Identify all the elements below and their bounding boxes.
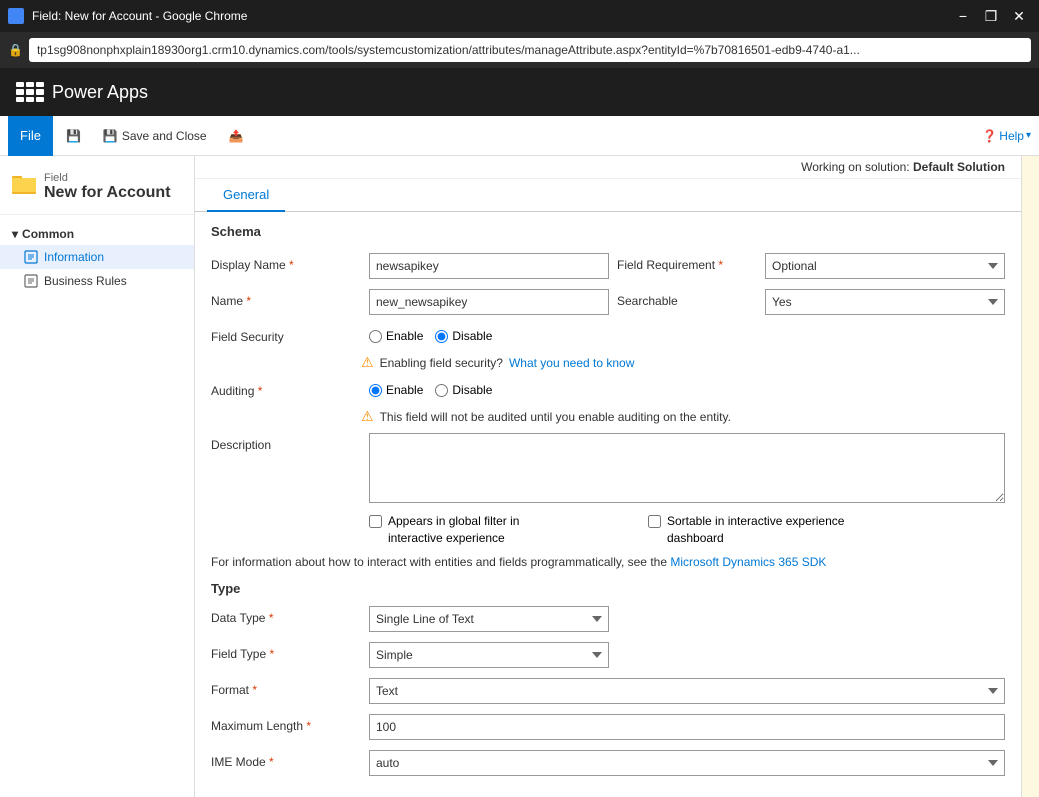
max-length-row: Maximum Length *	[211, 714, 1005, 740]
warning-icon: ⚠	[361, 354, 374, 371]
waffle-icon[interactable]	[12, 78, 40, 106]
save-close-button[interactable]: 💾 Save and Close	[94, 124, 216, 148]
description-label: Description	[211, 433, 361, 452]
sidebar: Field New for Account ▾ Common Informati…	[0, 156, 195, 797]
schema-section-title: Schema	[211, 224, 1005, 243]
type-section-title: Type	[211, 581, 1005, 596]
sortable-checkbox-field: Sortable in interactive experience dashb…	[648, 513, 847, 547]
app-header: Power Apps	[0, 68, 1039, 116]
save-close-icon: 💾	[103, 129, 118, 143]
data-type-select[interactable]: Single Line of TextMultiple Lines of Tex…	[369, 606, 609, 632]
ime-mode-row: IME Mode * autoactiveinactivedisabled	[211, 750, 1005, 776]
right-accent-panel	[1021, 156, 1039, 797]
field-type-label: Field Type *	[211, 642, 361, 661]
tab-bar: General	[195, 179, 1021, 212]
folder-icon	[12, 174, 36, 194]
business-rules-icon	[24, 274, 38, 288]
searchable-select[interactable]: YesNo	[765, 289, 1005, 315]
display-name-row: Display Name * Field Requirement * Optio…	[211, 253, 1005, 279]
format-label: Format *	[211, 678, 361, 697]
sidebar-item-information[interactable]: Information	[0, 245, 194, 269]
display-name-input[interactable]	[369, 253, 609, 279]
sdk-link[interactable]: Microsoft Dynamics 365 SDK	[670, 555, 826, 569]
publish-button[interactable]: 📤	[220, 124, 253, 148]
ime-mode-label: IME Mode *	[211, 750, 361, 769]
display-name-required: *	[289, 258, 294, 272]
chevron-icon: ▾	[12, 227, 18, 241]
help-chevron-icon: ▾	[1026, 130, 1031, 141]
sortable-checkbox[interactable]	[648, 515, 661, 528]
name-row: Name * Searchable YesNo	[211, 289, 1005, 315]
auditing-enable-radio[interactable]: Enable	[369, 383, 423, 397]
global-filter-checkbox[interactable]	[369, 515, 382, 528]
save-icon: 💾	[66, 129, 81, 143]
window-title: Field: New for Account - Google Chrome	[32, 9, 247, 23]
auditing-label: Auditing *	[211, 379, 361, 398]
max-length-input[interactable]	[369, 714, 1005, 740]
common-section-label: ▾ Common	[0, 223, 194, 245]
form-content: Schema Display Name * Field Requirement …	[195, 212, 1021, 797]
field-security-label: Field Security	[211, 325, 361, 344]
window-controls: − ❐ ✕	[951, 6, 1031, 26]
app-title: Power Apps	[52, 82, 148, 103]
auditing-warning: ⚠ This field will not be audited until y…	[211, 408, 1005, 425]
searchable-label: Searchable	[617, 289, 757, 308]
field-security-row: Field Security Enable Disable	[211, 325, 1005, 344]
url-input[interactable]	[29, 38, 1031, 62]
sdk-info: For information about how to interact wi…	[211, 555, 1005, 569]
content-area: Working on solution: Default Solution Ge…	[195, 156, 1021, 797]
entity-info: Field New for Account	[44, 172, 171, 202]
browser-icon	[8, 8, 24, 24]
auditing-disable-radio[interactable]: Disable	[435, 383, 492, 397]
ime-mode-select[interactable]: autoactiveinactivedisabled	[369, 750, 1005, 776]
max-length-label: Maximum Length *	[211, 714, 361, 733]
minimize-button[interactable]: −	[951, 6, 975, 26]
checkboxes-row: Appears in global filter in interactive …	[211, 513, 1005, 547]
name-input[interactable]	[369, 289, 609, 315]
field-security-disable-radio[interactable]: Disable	[435, 329, 492, 343]
format-select[interactable]: TextEmailURLPhoneTicker Symbol	[369, 678, 1005, 704]
data-type-label: Data Type *	[211, 606, 361, 625]
auditing-row: Auditing * Enable Disable	[211, 379, 1005, 398]
auditing-radio-group: Enable Disable	[369, 379, 492, 397]
address-bar: 🔒	[0, 32, 1039, 68]
solution-bar: Working on solution: Default Solution	[195, 156, 1021, 179]
main-container: Field New for Account ▾ Common Informati…	[0, 156, 1039, 797]
title-bar: Field: New for Account - Google Chrome −…	[0, 0, 1039, 32]
data-type-row: Data Type * Single Line of TextMultiple …	[211, 606, 1005, 632]
auditing-warning-icon: ⚠	[361, 408, 374, 425]
file-button[interactable]: File	[8, 116, 53, 156]
entity-name: New for Account	[44, 184, 171, 202]
field-type-select[interactable]: SimpleCalculatedRollup	[369, 642, 609, 668]
close-button[interactable]: ✕	[1007, 6, 1031, 26]
entity-header: Field New for Account	[0, 164, 194, 215]
restore-button[interactable]: ❐	[979, 6, 1003, 26]
field-requirement-select[interactable]: OptionalBusiness RecommendedBusiness Req…	[765, 253, 1005, 279]
entity-label: Field	[44, 172, 171, 184]
description-textarea[interactable]	[369, 433, 1005, 503]
help-button[interactable]: ❓ Help ▾	[982, 129, 1031, 143]
name-label: Name *	[211, 289, 361, 308]
field-security-warning: ⚠ Enabling field security? What you need…	[211, 354, 1005, 371]
sidebar-item-business-rules[interactable]: Business Rules	[0, 269, 194, 293]
format-row: Format * TextEmailURLPhoneTicker Symbol	[211, 678, 1005, 704]
field-type-row: Field Type * SimpleCalculatedRollup	[211, 642, 1005, 668]
save-button[interactable]: 💾	[57, 124, 90, 148]
toolbar: File 💾 💾 Save and Close 📤 ❓ Help ▾	[0, 116, 1039, 156]
description-row: Description	[211, 433, 1005, 503]
publish-icon: 📤	[229, 129, 244, 143]
lock-icon: 🔒	[8, 43, 23, 57]
global-filter-checkbox-field: Appears in global filter in interactive …	[369, 513, 568, 547]
display-name-label: Display Name *	[211, 253, 361, 272]
field-security-radio-group: Enable Disable	[369, 325, 492, 343]
field-security-enable-radio[interactable]: Enable	[369, 329, 423, 343]
information-icon	[24, 250, 38, 264]
help-icon: ❓	[982, 129, 997, 143]
field-requirement-label: Field Requirement *	[617, 253, 757, 272]
field-security-link[interactable]: What you need to know	[509, 356, 634, 370]
tab-general[interactable]: General	[207, 179, 285, 212]
